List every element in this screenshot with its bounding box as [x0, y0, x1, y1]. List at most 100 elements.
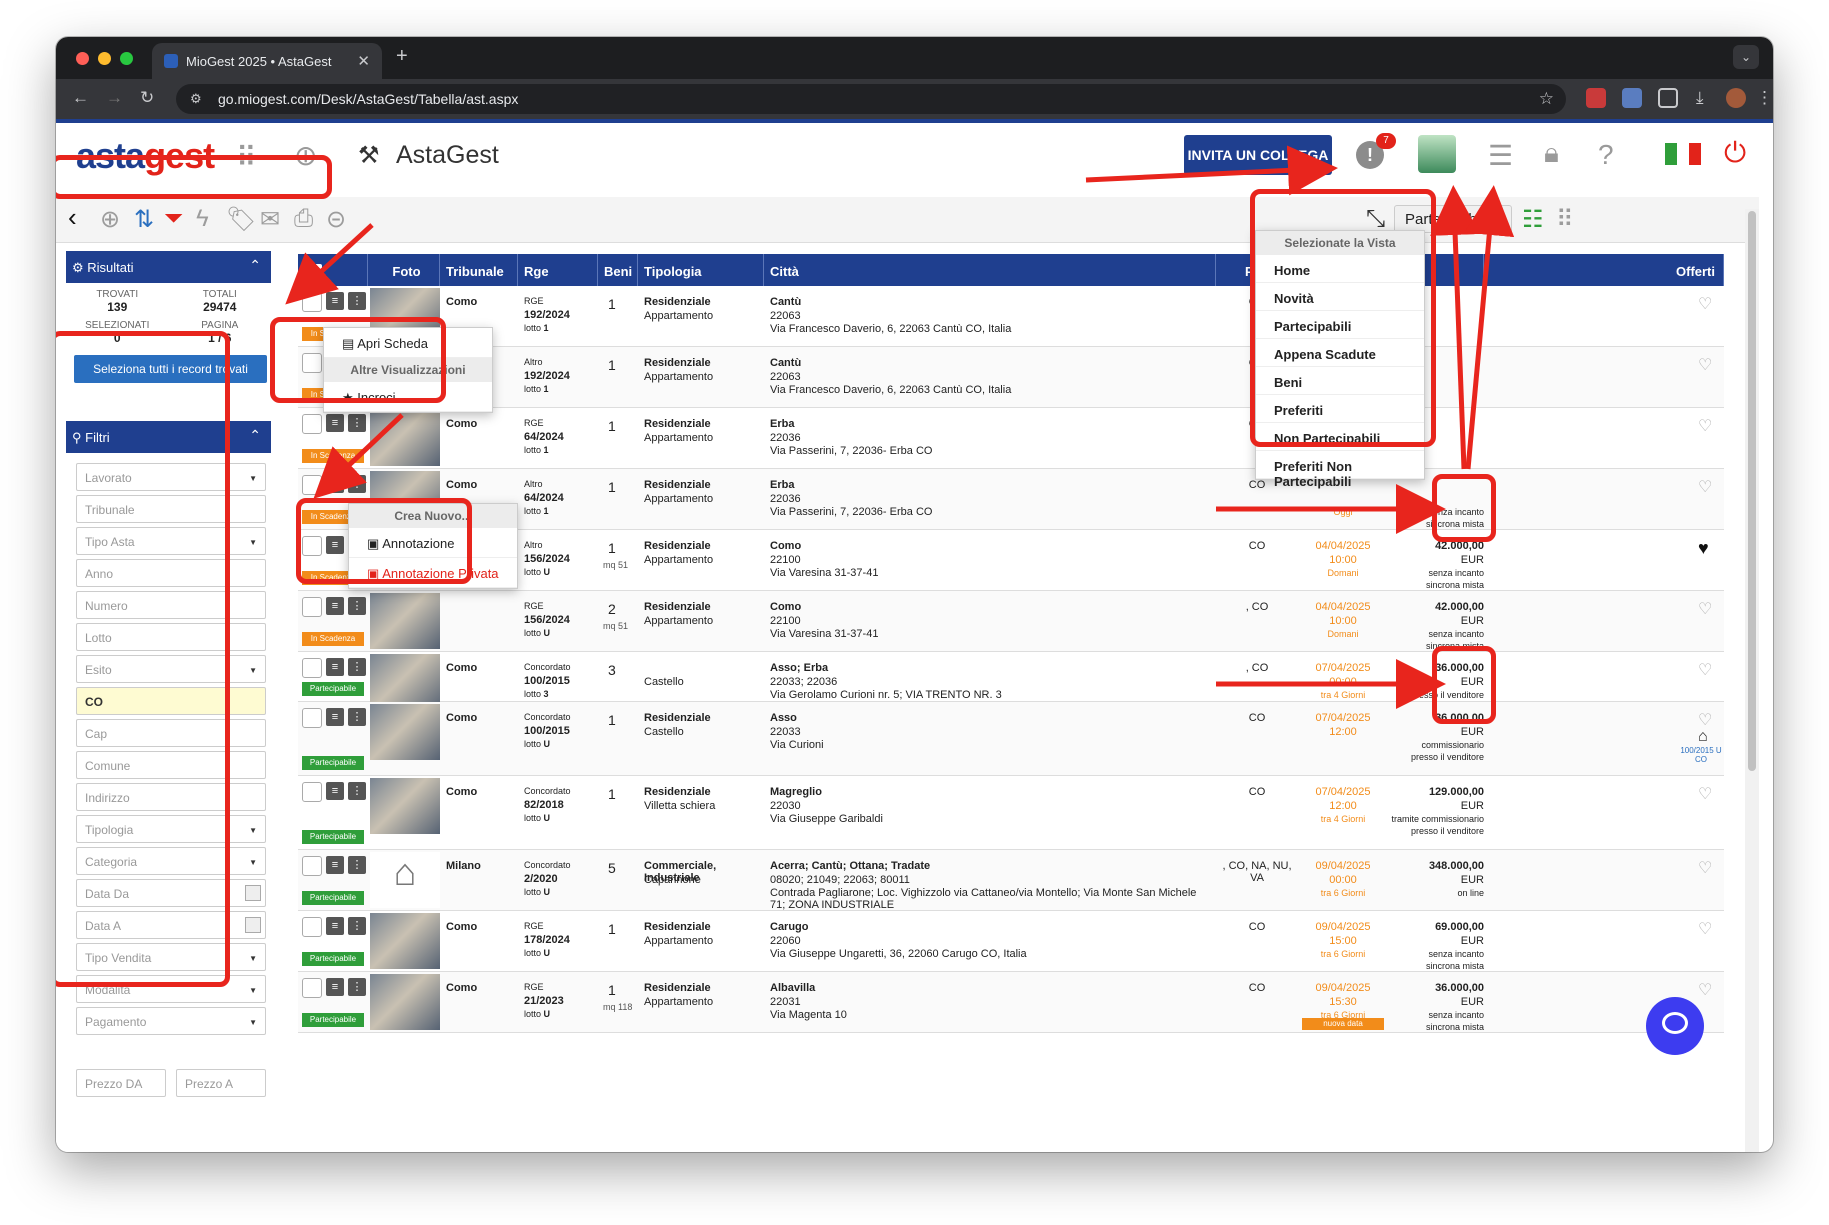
- table-row[interactable]: ≡ ⋮ Partecipabile Como Concordato 100/2015 lot…: [298, 702, 1724, 776]
- row-menu-icon[interactable]: ≡: [326, 597, 344, 615]
- row-checkbox[interactable]: [302, 978, 322, 998]
- col-citta[interactable]: Città: [764, 254, 1216, 286]
- bookmark-star-icon[interactable]: ☆: [1539, 89, 1554, 109]
- row-menu-icon[interactable]: ≡: [326, 414, 344, 432]
- row-checkbox[interactable]: [302, 292, 322, 312]
- property-photo[interactable]: [370, 704, 440, 760]
- favorite-heart-icon[interactable]: ♡: [1698, 710, 1712, 730]
- calendar-icon[interactable]: [245, 885, 261, 901]
- extension-icon[interactable]: [1622, 88, 1642, 108]
- maximize-window-button[interactable]: [120, 52, 133, 65]
- forward-arrow-icon[interactable]: →: [106, 88, 123, 108]
- table-row[interactable]: ≡⋮In ScadenzaComoAltro192/2024lotto 11Re…: [298, 347, 1724, 408]
- col-foto[interactable]: Foto: [368, 254, 440, 286]
- row-menu-icon[interactable]: ≡: [326, 475, 344, 493]
- minimize-window-button[interactable]: [98, 52, 111, 65]
- close-window-button[interactable]: [76, 52, 89, 65]
- row-menu-icon[interactable]: ≡: [326, 917, 344, 935]
- extensions-puzzle-icon[interactable]: [1658, 88, 1678, 108]
- row-checkbox[interactable]: [302, 597, 322, 617]
- row-more-icon[interactable]: ⋮: [348, 658, 366, 676]
- row-menu-icon[interactable]: ≡: [326, 856, 344, 874]
- row-more-icon[interactable]: ⋮: [348, 856, 366, 874]
- property-photo[interactable]: [370, 410, 440, 466]
- row-menu-icon[interactable]: ≡: [326, 978, 344, 996]
- row-checkbox[interactable]: [302, 658, 322, 678]
- row-menu-icon[interactable]: ≡: [326, 708, 344, 726]
- print-icon[interactable]: ⎙: [294, 205, 313, 233]
- new-tab-icon[interactable]: +: [396, 45, 408, 68]
- favorite-heart-icon[interactable]: ♡: [1698, 858, 1712, 878]
- chat-support-button[interactable]: [1646, 997, 1704, 1055]
- invite-colleague-button[interactable]: INVITA UN COLLEGA: [1184, 135, 1332, 175]
- table-row[interactable]: ≡ ⋮ Partecipabile Como Concordato 82/2018 lott…: [298, 776, 1724, 850]
- favorite-heart-icon[interactable]: ♡: [1698, 294, 1712, 314]
- row-more-icon[interactable]: ⋮: [348, 708, 366, 726]
- price-to-field[interactable]: Prezzo A: [176, 1069, 266, 1097]
- table-row[interactable]: ≡ ⋮ In Scadenza Como RGE 64/2024 lotto 1 1 Resid…: [298, 408, 1724, 469]
- table-row[interactable]: ≡ ⋮ In Scadenza RGE 156/2024 lotto U 2 mq 51 Res…: [298, 591, 1724, 652]
- page-scrollbar[interactable]: [1745, 209, 1759, 1152]
- property-photo[interactable]: [370, 913, 440, 969]
- row-more-icon[interactable]: ⋮: [348, 782, 366, 800]
- header-checkbox[interactable]: [304, 264, 322, 282]
- chevron-up-icon[interactable]: ⌃: [249, 257, 261, 274]
- download-icon[interactable]: ⤓: [1696, 88, 1704, 108]
- filter-icon[interactable]: ⏷: [164, 205, 183, 233]
- chevron-up-icon[interactable]: ⌃: [249, 427, 261, 444]
- calendar-icon[interactable]: [245, 917, 261, 933]
- row-more-icon[interactable]: ⋮: [348, 597, 366, 615]
- list-view-icon[interactable]: ☷: [1522, 205, 1544, 234]
- price-from-field[interactable]: Prezzo DA: [76, 1069, 166, 1097]
- col-beni[interactable]: Beni: [598, 254, 638, 286]
- favorite-heart-icon[interactable]: ♥: [1698, 538, 1709, 559]
- table-row[interactable]: ≡ ⋮ Partecipabile Como Concordato 100/2015 lot…: [298, 652, 1724, 710]
- view-menu-item[interactable]: Preferiti Non Partecipabili: [1256, 451, 1424, 489]
- row-more-icon[interactable]: ⋮: [348, 475, 366, 493]
- favorite-heart-icon[interactable]: ♡: [1698, 980, 1712, 1000]
- favorite-heart-icon[interactable]: ♡: [1698, 660, 1712, 680]
- profile-avatar[interactable]: [1726, 88, 1746, 108]
- browser-menu-icon[interactable]: ⋮: [1756, 88, 1773, 108]
- table-row[interactable]: ≡ ⋮ Partecipabile ⌂ Milano Concordato 2/2020 lo…: [298, 850, 1724, 911]
- user-avatar[interactable]: [1418, 135, 1456, 173]
- filter-field[interactable]: Pagamento ▼: [76, 1007, 266, 1035]
- logout-power-icon[interactable]: ⏻: [1724, 137, 1746, 170]
- row-more-icon[interactable]: ⋮: [348, 414, 366, 432]
- lock-icon[interactable]: 🔒︎: [1544, 137, 1559, 170]
- favorite-heart-icon[interactable]: ♡: [1698, 599, 1712, 619]
- italian-flag-icon[interactable]: [1665, 143, 1701, 165]
- row-more-icon[interactable]: ⋮: [348, 292, 366, 310]
- reference-tag[interactable]: 100/2015 U CO: [1678, 746, 1724, 764]
- row-checkbox[interactable]: [302, 856, 322, 876]
- results-panel-header[interactable]: ⚙ Risultati ⌃: [66, 251, 271, 283]
- table-row[interactable]: ≡ ⋮ Partecipabile Como RGE 21/2023 lotto U 1 mq …: [298, 972, 1724, 1033]
- favorite-heart-icon[interactable]: ♡: [1698, 355, 1712, 375]
- site-settings-icon[interactable]: ⚙: [190, 91, 202, 107]
- col-tipologia[interactable]: Tipologia: [638, 254, 764, 286]
- row-checkbox[interactable]: [302, 414, 322, 434]
- url-field[interactable]: ⚙ go.miogest.com/Desk/AstaGest/Tabella/a…: [176, 84, 1566, 114]
- row-more-icon[interactable]: ⋮: [348, 978, 366, 996]
- favorite-heart-icon[interactable]: ♡: [1698, 477, 1712, 497]
- tab-list-chevron-icon[interactable]: ⌄: [1733, 45, 1759, 69]
- add-icon[interactable]: ⊕: [100, 205, 120, 234]
- row-menu-icon[interactable]: ≡: [326, 292, 344, 310]
- reload-icon[interactable]: ↻: [140, 88, 154, 108]
- help-icon[interactable]: ?: [1598, 139, 1614, 171]
- row-checkbox[interactable]: [302, 917, 322, 937]
- tag-icon[interactable]: 🏷︎: [226, 205, 256, 234]
- favorite-heart-icon[interactable]: ♡: [1698, 919, 1712, 939]
- row-checkbox[interactable]: [302, 475, 322, 495]
- property-photo[interactable]: [370, 593, 440, 649]
- col-tribunale[interactable]: Tribunale: [440, 254, 518, 286]
- property-photo[interactable]: [370, 974, 440, 1030]
- download-circle-icon[interactable]: ⊝: [326, 205, 346, 234]
- row-checkbox[interactable]: [302, 708, 322, 728]
- grid-view-icon[interactable]: ⠿: [1556, 205, 1574, 234]
- close-tab-icon[interactable]: ✕: [357, 52, 370, 70]
- col-rge[interactable]: Rge: [518, 254, 598, 286]
- lightning-icon[interactable]: ϟ: [196, 205, 209, 233]
- back-arrow-icon[interactable]: ←: [72, 88, 89, 108]
- browser-tab[interactable]: MioGest 2025 • AstaGest ✕: [152, 43, 382, 79]
